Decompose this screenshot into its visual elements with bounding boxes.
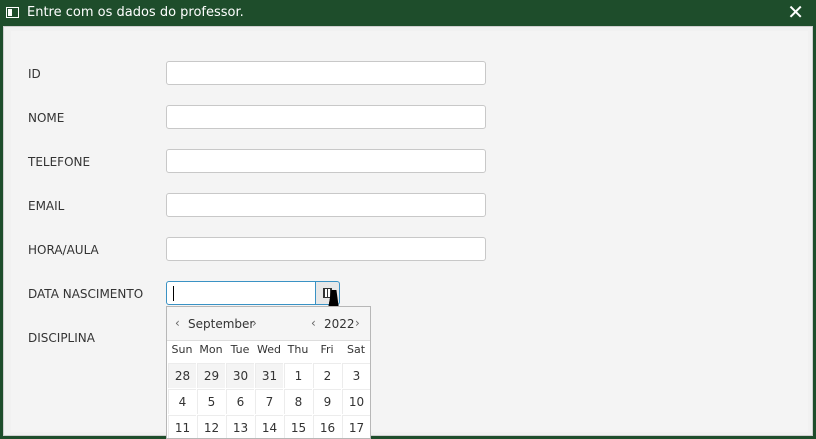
- dialog-content: [3, 26, 813, 436]
- date-picker-header: ‹ September › ‹ 2022 ›: [167, 307, 370, 341]
- calendar-day[interactable]: 30: [226, 363, 254, 388]
- calendar-day[interactable]: 29: [197, 363, 225, 388]
- nome-input[interactable]: [166, 105, 486, 129]
- id-label: ID: [28, 67, 41, 81]
- calendar-day[interactable]: 9: [313, 389, 341, 414]
- weekday-wed: Wed: [257, 343, 281, 356]
- nome-label: NOME: [28, 111, 65, 125]
- year-label: 2022: [324, 317, 355, 331]
- telefone-label: TELEFONE: [28, 155, 91, 169]
- data-nascimento-input[interactable]: [166, 281, 316, 305]
- calendar-day[interactable]: 28: [168, 363, 196, 388]
- id-input[interactable]: [166, 61, 486, 85]
- calendar-day[interactable]: 10: [342, 389, 370, 414]
- calendar-day[interactable]: 4: [168, 389, 196, 414]
- calendar-day[interactable]: 7: [255, 389, 283, 414]
- calendar-day[interactable]: 1: [284, 363, 312, 388]
- calendar-day[interactable]: 2: [313, 363, 341, 388]
- weekday-sat: Sat: [346, 343, 366, 356]
- disciplina-label: DISCIPLINA: [28, 331, 95, 345]
- title-bar: Entre com os dados do professor. ✕: [0, 0, 816, 26]
- calendar-day[interactable]: 15: [284, 415, 312, 438]
- email-label: EMAIL: [28, 199, 65, 213]
- close-icon[interactable]: ✕: [787, 1, 804, 23]
- prev-month-icon[interactable]: ‹: [175, 316, 180, 330]
- calendar-day[interactable]: 13: [226, 415, 254, 438]
- calendar-day[interactable]: 6: [226, 389, 254, 414]
- next-year-icon[interactable]: ›: [355, 316, 360, 330]
- calendar-day[interactable]: 31: [255, 363, 283, 388]
- calendar-day[interactable]: 3: [342, 363, 370, 388]
- telefone-input[interactable]: [166, 149, 486, 173]
- prev-year-icon[interactable]: ‹: [311, 316, 316, 330]
- date-picker-popup: ‹ September › ‹ 2022 › Sun Mon Tue Wed T…: [166, 306, 371, 439]
- email-input[interactable]: [166, 193, 486, 217]
- weekday-fri: Fri: [320, 343, 334, 356]
- calendar-day[interactable]: 8: [284, 389, 312, 414]
- calendar-day[interactable]: 12: [197, 415, 225, 438]
- hora-aula-label: HORA/AULA: [28, 243, 99, 257]
- weekday-mon: Mon: [199, 343, 223, 356]
- month-label: September: [188, 317, 255, 331]
- calendar-day[interactable]: 5: [197, 389, 225, 414]
- weekday-thu: Thu: [287, 343, 309, 356]
- hora-aula-input[interactable]: [166, 237, 486, 261]
- data-nascimento-label: DATA NASCIMENTO: [28, 287, 144, 301]
- calendar-day[interactable]: 16: [313, 415, 341, 438]
- calendar-day[interactable]: 11: [168, 415, 196, 438]
- window-title: Entre com os dados do professor.: [27, 5, 244, 20]
- calendar-day[interactable]: 17: [342, 415, 370, 438]
- calendar-day[interactable]: 14: [255, 415, 283, 438]
- text-caret: [173, 286, 174, 301]
- form-panel: [11, 31, 808, 432]
- app-icon: [6, 7, 19, 18]
- weekday-tue: Tue: [230, 343, 250, 356]
- next-month-icon[interactable]: ›: [252, 316, 257, 330]
- weekday-sun: Sun: [171, 343, 193, 356]
